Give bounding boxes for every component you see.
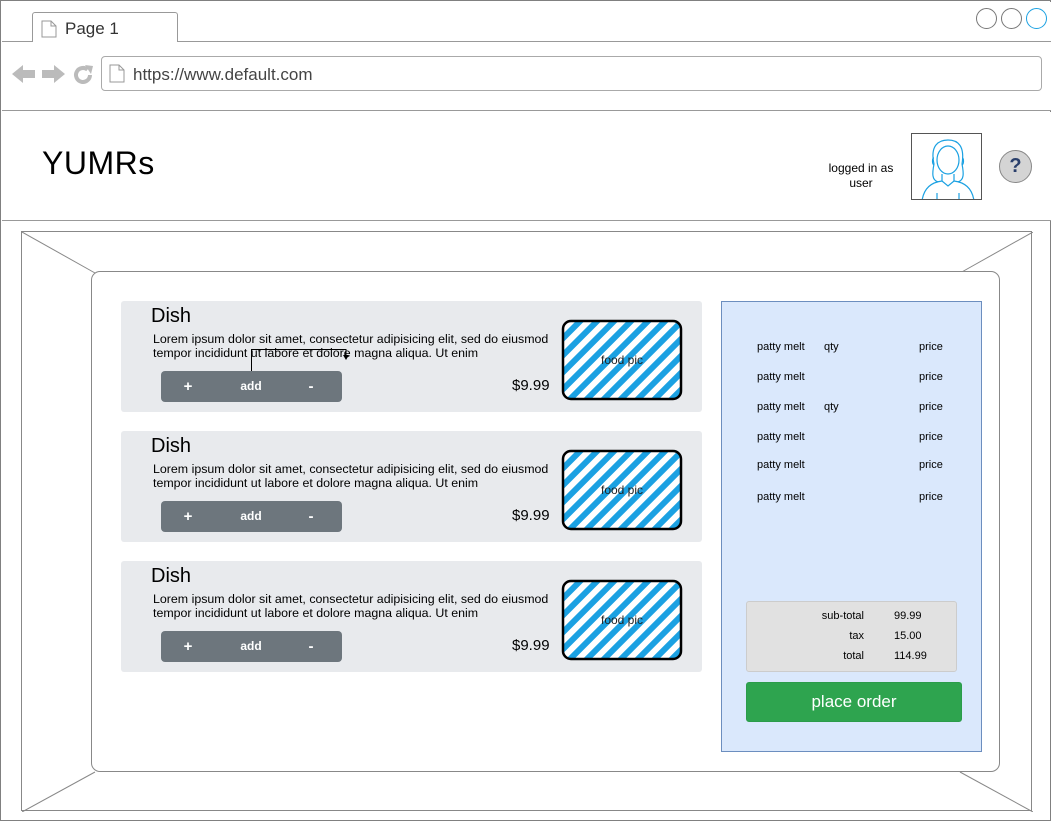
order-item-name: patty melt — [757, 431, 805, 443]
total-label: total — [843, 650, 864, 662]
order-item-name: patty melt — [757, 371, 805, 383]
subtotal-label: sub-total — [821, 610, 864, 622]
total-value: 114.99 — [894, 650, 927, 662]
url-text: https://www.default.com — [133, 65, 313, 84]
order-item-qty: qty — [824, 341, 839, 353]
page-icon — [41, 20, 57, 43]
add-to-order-button[interactable]: add — [231, 631, 271, 662]
totals-box: sub-total 99.99 tax 15.00 total 114.99 — [746, 601, 957, 672]
order-summary: patty melt qty price patty melt price pa… — [721, 301, 982, 752]
browser-window: Page 1 https://www.default.com YUMRs log… — [0, 0, 1051, 821]
order-item-price: price — [919, 459, 943, 471]
add-to-order-button[interactable]: add — [231, 501, 271, 532]
connector-arrow-icon — [251, 347, 353, 378]
brand-logo: YUMRs — [42, 145, 155, 181]
order-item-price: price — [919, 431, 943, 443]
food-pic-label: food pic — [600, 483, 644, 497]
tax-value: 15.00 — [894, 630, 922, 642]
decrement-button[interactable]: - — [296, 631, 326, 662]
increment-button[interactable]: + — [173, 501, 203, 532]
order-item-price: price — [919, 341, 943, 353]
order-item-name: patty melt — [757, 459, 805, 471]
tax-row: tax 15.00 — [747, 630, 958, 644]
order-item-name: patty melt — [757, 401, 805, 413]
tab-bar: Page 1 — [2, 2, 1051, 43]
reload-icon[interactable] — [72, 64, 94, 91]
order-line-item: patty melt price — [757, 431, 957, 447]
nav-bar: https://www.default.com — [2, 42, 1051, 111]
dish-card: Dish Lorem ipsum dolor sit amet, consect… — [121, 431, 702, 542]
food-pic-label: food pic — [600, 613, 644, 627]
decrement-button[interactable]: - — [296, 501, 326, 532]
dish-card: Dish Lorem ipsum dolor sit amet, consect… — [121, 301, 702, 412]
dish-price: $9.99 — [512, 507, 550, 524]
order-line-item: patty melt price — [757, 491, 957, 507]
order-item-price: price — [919, 401, 943, 413]
place-order-button[interactable]: place order — [746, 682, 962, 722]
user-avatar[interactable] — [911, 133, 982, 200]
tab-label: Page 1 — [65, 19, 119, 38]
address-bar[interactable]: https://www.default.com — [101, 56, 1042, 91]
food-image: food pic — [561, 579, 683, 661]
dish-title: Dish — [151, 565, 192, 587]
dish-title: Dish — [151, 435, 192, 457]
close-button[interactable] — [1026, 8, 1047, 29]
login-status: logged in as user — [828, 161, 894, 190]
dish-title: Dish — [151, 305, 192, 327]
minimize-button[interactable] — [976, 8, 997, 29]
dish-card: Dish Lorem ipsum dolor sit amet, consect… — [121, 561, 702, 672]
dish-price: $9.99 — [512, 377, 550, 394]
food-pic-label: food pic — [600, 353, 644, 367]
subtotal-row: sub-total 99.99 — [747, 610, 958, 624]
order-line-item: patty melt qty price — [757, 401, 957, 417]
forward-arrow-icon[interactable] — [41, 64, 65, 89]
browser-tab[interactable]: Page 1 — [32, 12, 178, 43]
dish-description: Lorem ipsum dolor sit amet, consectetur … — [153, 332, 549, 360]
dish-description: Lorem ipsum dolor sit amet, consectetur … — [153, 462, 549, 490]
order-item-price: price — [919, 371, 943, 383]
quantity-control: + add - — [161, 501, 342, 532]
increment-button[interactable]: + — [173, 371, 203, 402]
tax-label: tax — [849, 630, 864, 642]
back-arrow-icon[interactable] — [12, 64, 36, 89]
order-item-name: patty melt — [757, 491, 805, 503]
order-line-item: patty melt price — [757, 459, 957, 475]
quantity-control: + add - — [161, 631, 342, 662]
increment-button[interactable]: + — [173, 631, 203, 662]
order-item-qty: qty — [824, 401, 839, 413]
maximize-button[interactable] — [1001, 8, 1022, 29]
dish-description: Lorem ipsum dolor sit amet, consectetur … — [153, 592, 549, 620]
order-item-name: patty melt — [757, 341, 805, 353]
page-icon — [109, 64, 125, 88]
order-line-item: patty melt price — [757, 371, 957, 387]
order-item-price: price — [919, 491, 943, 503]
app-header: YUMRs logged in as user ? — [2, 112, 1051, 221]
food-image: food pic — [561, 319, 683, 401]
order-line-item: patty melt qty price — [757, 341, 957, 357]
subtotal-value: 99.99 — [894, 610, 922, 622]
food-image: food pic — [561, 449, 683, 531]
help-button[interactable]: ? — [999, 150, 1032, 183]
dish-price: $9.99 — [512, 637, 550, 654]
total-row: total 114.99 — [747, 650, 958, 664]
